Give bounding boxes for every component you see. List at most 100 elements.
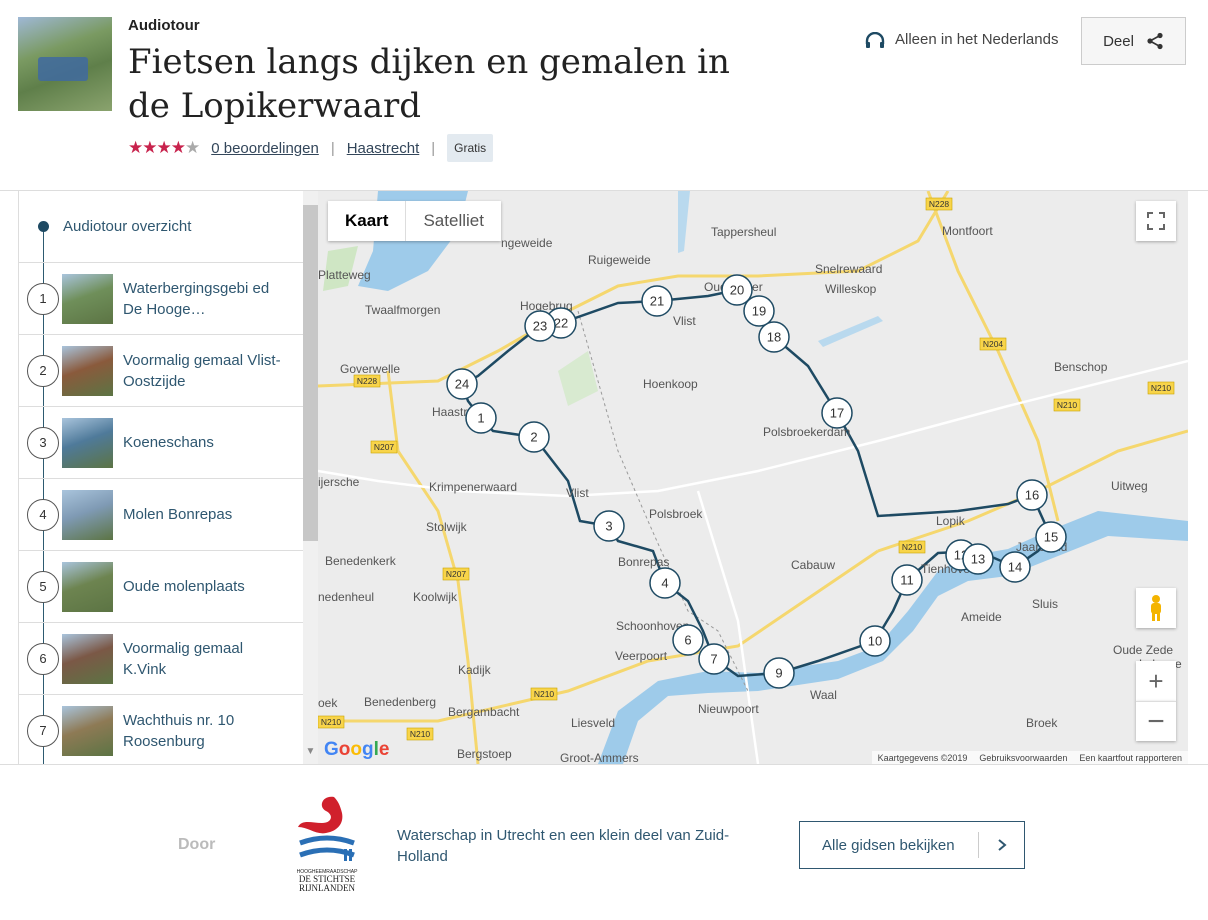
tour-thumbnail xyxy=(18,17,112,111)
stop-list[interactable]: Audiotour overzicht 1 Waterbergingsgebi e… xyxy=(18,191,318,764)
report-error-link[interactable]: Een kaartfout rapporteren xyxy=(1079,753,1182,763)
svg-text:N210: N210 xyxy=(534,689,555,699)
place-label: Ameide xyxy=(961,610,1002,624)
svg-text:2: 2 xyxy=(530,430,537,445)
stop-label: Voormalig gemaal Vlist-Oostzijde xyxy=(123,351,281,390)
svg-text:N204: N204 xyxy=(983,339,1004,349)
timeline-dot xyxy=(38,221,49,232)
location-link[interactable]: Haastrecht xyxy=(347,140,420,157)
stop-item[interactable]: 5 Oude molenplaats xyxy=(19,551,318,623)
svg-text:N210: N210 xyxy=(1057,400,1078,410)
place-label: Lopik xyxy=(936,514,966,528)
stop-number: 6 xyxy=(27,642,59,675)
stop-item[interactable]: 1 Waterbergingsgebi ed De Hooge… xyxy=(19,263,318,335)
meta-divider: | xyxy=(330,139,335,157)
map-stop-marker[interactable]: 9 xyxy=(763,657,795,689)
place-label: Groot-Ammers xyxy=(560,751,639,764)
stop-item[interactable]: 4 Molen Bonrepas xyxy=(19,479,318,551)
ditch xyxy=(818,316,883,347)
place-label: Twaalfmorgen xyxy=(365,303,440,317)
map-stop-marker[interactable]: 23 xyxy=(524,310,556,342)
language-note: Alleen in het Nederlands xyxy=(865,31,1058,48)
road-shield: N210 xyxy=(898,540,926,554)
place-label: Vlist xyxy=(566,486,589,500)
place-label: Platteweg xyxy=(318,268,371,282)
map-stop-marker[interactable]: 1 xyxy=(465,402,497,434)
all-guides-button[interactable]: Alle gidsen bekijken xyxy=(799,821,1025,869)
rating-stars: ★★★★★ xyxy=(128,138,200,157)
list-scrollbar-thumb[interactable] xyxy=(303,205,318,541)
svg-text:21: 21 xyxy=(650,294,664,309)
share-button[interactable]: Deel xyxy=(1081,17,1186,65)
route-map[interactable]: Tappersheul ngeweide Ruigeweide Montfoort Sn… xyxy=(318,191,1188,764)
page-title: Fietsen langs dijken en gemalen in de Lo… xyxy=(128,42,730,126)
svg-text:10: 10 xyxy=(868,634,882,649)
stop-item[interactable]: 6 Voormalig gemaal K.Vink xyxy=(19,623,318,695)
place-label: Cabauw xyxy=(791,558,835,572)
share-icon xyxy=(1147,32,1163,50)
fullscreen-icon xyxy=(1147,212,1165,230)
place-label: Ruigeweide xyxy=(588,253,651,267)
map-stop-marker[interactable]: 4 xyxy=(649,567,681,599)
terms-link[interactable]: Gebruiksvoorwaarden xyxy=(979,753,1067,763)
road-shield: N210 xyxy=(318,715,345,729)
place-label: Polsbroek xyxy=(649,507,703,521)
svg-text:3: 3 xyxy=(605,519,612,534)
map-type-satellite-button[interactable]: Satelliet xyxy=(406,201,500,241)
road-shield: N210 xyxy=(1053,398,1081,412)
zoom-out-button[interactable]: − xyxy=(1136,701,1176,741)
place-label: ijersche xyxy=(318,475,360,489)
svg-text:7: 7 xyxy=(710,652,717,667)
map-type-control[interactable]: Kaart Satelliet xyxy=(328,201,501,241)
map-type-map-button[interactable]: Kaart xyxy=(328,201,407,241)
svg-text:11: 11 xyxy=(900,573,914,588)
stop-number: 1 xyxy=(27,282,59,315)
svg-text:N228: N228 xyxy=(357,376,378,386)
map-stop-marker[interactable]: 7 xyxy=(698,643,730,675)
place-label: Krimpenerwaard xyxy=(429,480,517,494)
svg-text:23: 23 xyxy=(533,319,547,334)
svg-text:6: 6 xyxy=(684,633,691,648)
fullscreen-button[interactable] xyxy=(1136,201,1176,241)
map-stop-marker[interactable]: 2 xyxy=(518,421,550,453)
map-stop-marker[interactable]: 24 xyxy=(446,368,478,400)
svg-text:13: 13 xyxy=(971,552,985,567)
road-shield: N207 xyxy=(442,567,470,581)
map-stop-marker[interactable]: 10 xyxy=(859,625,891,657)
chevron-right-icon xyxy=(978,832,1024,858)
svg-text:N210: N210 xyxy=(410,729,431,739)
map-stop-marker[interactable]: 15 xyxy=(1035,521,1067,553)
svg-text:N207: N207 xyxy=(446,569,467,579)
svg-text:18: 18 xyxy=(767,330,781,345)
svg-text:N210: N210 xyxy=(321,717,342,727)
overview-item[interactable]: Audiotour overzicht xyxy=(19,191,318,263)
stop-item[interactable]: 7 Wachthuis nr. 10 Roosenburg xyxy=(19,695,318,764)
map-stop-marker[interactable]: 6 xyxy=(672,624,704,656)
scroll-down-arrow[interactable]: ▼ xyxy=(303,746,318,762)
zoom-in-button[interactable]: + xyxy=(1136,661,1176,701)
price-badge: Gratis xyxy=(447,134,494,162)
map-attribution: Kaartgegevens ©2019 Gebruiksvoorwaarden … xyxy=(871,751,1188,764)
stop-number: 5 xyxy=(27,570,59,603)
map-stop-marker[interactable]: 21 xyxy=(641,285,673,317)
map-stop-marker[interactable]: 16 xyxy=(1016,479,1048,511)
map-stop-marker[interactable]: 3 xyxy=(593,510,625,542)
map-stop-marker[interactable]: 14 xyxy=(999,551,1031,583)
stop-item[interactable]: 3 Koeneschans xyxy=(19,407,318,479)
meta-divider: | xyxy=(431,139,436,157)
street-view-pegman[interactable] xyxy=(1136,588,1176,628)
map-stop-marker[interactable]: 11 xyxy=(891,564,923,596)
map-stop-marker[interactable]: 18 xyxy=(758,321,790,353)
map-stop-marker[interactable]: 17 xyxy=(821,397,853,429)
place-label: Bonrepas xyxy=(618,555,669,569)
map-canvas[interactable]: Tappersheul ngeweide Ruigeweide Montfoort Sn… xyxy=(318,191,1188,764)
organization-name[interactable]: Waterschap in Utrecht en een klein deel … xyxy=(397,825,757,867)
place-label: Willeskop xyxy=(825,282,877,296)
place-label: Tappersheul xyxy=(711,225,776,239)
reviews-link[interactable]: 0 beoordelingen xyxy=(211,140,319,157)
svg-text:14: 14 xyxy=(1008,560,1022,575)
map-stop-marker[interactable]: 13 xyxy=(962,543,994,575)
stop-item[interactable]: 2 Voormalig gemaal Vlist-Oostzijde xyxy=(19,335,318,407)
map-stop-marker[interactable]: 20 xyxy=(721,274,753,306)
road-shield: N210 xyxy=(530,687,558,701)
